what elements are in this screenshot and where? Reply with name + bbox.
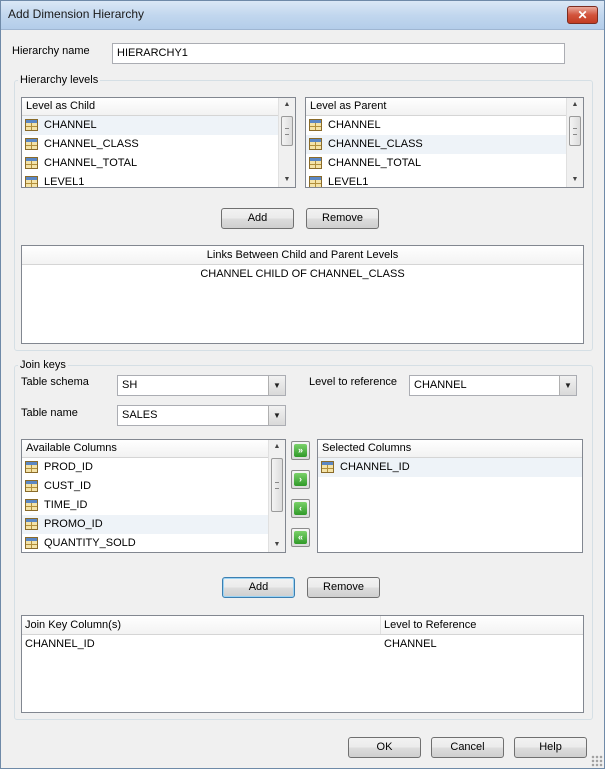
table-icon <box>25 499 38 511</box>
parent-level-list[interactable]: Level as Parent CHANNEL CHANNEL_CLASS CH… <box>305 97 584 188</box>
remove-link-button[interactable]: Remove <box>306 208 379 229</box>
scroll-thumb[interactable] <box>281 116 293 146</box>
links-panel: Links Between Child and Parent Levels CH… <box>21 245 584 344</box>
scroll-up-icon[interactable]: ▲ <box>567 98 583 112</box>
available-columns-header: Available Columns <box>22 440 285 458</box>
double-chevron-right-icon: » <box>294 444 307 457</box>
child-level-header: Level as Child <box>22 98 295 116</box>
dialog-window: Add Dimension Hierarchy ✕ Hierarchy name… <box>0 0 605 769</box>
available-columns-scrollbar[interactable]: ▲ ▼ <box>268 440 285 552</box>
table-icon <box>321 461 334 473</box>
links-header: Links Between Child and Parent Levels <box>22 246 583 265</box>
cancel-button[interactable]: Cancel <box>431 737 504 758</box>
remove-all-columns-button[interactable]: « <box>291 528 310 547</box>
help-button[interactable]: Help <box>514 737 587 758</box>
level-to-reference-select[interactable]: CHANNEL ▼ <box>409 375 577 396</box>
list-item[interactable]: CHANNEL_CLASS <box>306 135 583 154</box>
window-title: Add Dimension Hierarchy <box>8 7 145 21</box>
selected-columns-list[interactable]: Selected Columns CHANNEL_ID <box>317 439 583 553</box>
list-item[interactable]: LEVEL1 <box>22 173 295 187</box>
scroll-thumb[interactable] <box>569 116 581 146</box>
table-icon <box>25 176 38 187</box>
chevron-down-icon[interactable]: ▼ <box>268 376 285 395</box>
column-divider <box>380 616 381 634</box>
parent-level-header: Level as Parent <box>306 98 583 116</box>
table-icon <box>309 176 322 187</box>
add-column-button[interactable]: › <box>291 470 310 489</box>
scroll-up-icon[interactable]: ▲ <box>269 440 285 454</box>
scroll-down-icon[interactable]: ▼ <box>279 173 295 187</box>
add-all-columns-button[interactable]: » <box>291 441 310 460</box>
hierarchy-name-label: Hierarchy name <box>12 45 90 57</box>
table-icon <box>309 138 322 150</box>
join-key-table-header: Join Key Column(s) Level to Reference <box>22 616 583 635</box>
parent-list-scrollbar[interactable]: ▲ ▼ <box>566 98 583 187</box>
remove-join-key-button[interactable]: Remove <box>307 577 380 598</box>
table-name-label: Table name <box>21 407 78 419</box>
list-item[interactable]: CHANNEL_TOTAL <box>22 154 295 173</box>
column-header-level[interactable]: Level to Reference <box>384 616 476 634</box>
list-item[interactable]: QUANTITY_SOLD <box>22 534 285 552</box>
list-item[interactable]: TIME_ID <box>22 496 285 515</box>
table-icon <box>25 461 38 473</box>
remove-column-button[interactable]: ‹ <box>291 499 310 518</box>
selected-columns-header: Selected Columns <box>318 440 582 458</box>
table-schema-label: Table schema <box>21 376 89 388</box>
list-item[interactable]: LEVEL1 <box>306 173 583 187</box>
list-item[interactable]: PROMO_ID <box>22 515 285 534</box>
hierarchy-levels-title: Hierarchy levels <box>18 74 101 86</box>
add-link-button[interactable]: Add <box>221 208 294 229</box>
close-button[interactable]: ✕ <box>567 6 598 24</box>
scroll-down-icon[interactable]: ▼ <box>567 173 583 187</box>
list-item[interactable]: CHANNEL <box>22 116 295 135</box>
close-icon: ✕ <box>577 8 588 22</box>
join-key-cell: CHANNEL_ID <box>25 638 95 650</box>
child-level-list[interactable]: Level as Child CHANNEL CHANNEL_CLASS CHA… <box>21 97 296 188</box>
hierarchy-name-input[interactable]: HIERARCHY1 <box>112 43 565 64</box>
chevron-down-icon[interactable]: ▼ <box>268 406 285 425</box>
list-item[interactable]: CUST_ID <box>22 477 285 496</box>
list-item[interactable]: CHANNEL_TOTAL <box>306 154 583 173</box>
table-icon <box>309 119 322 131</box>
join-keys-title: Join keys <box>18 359 68 371</box>
chevron-down-icon[interactable]: ▼ <box>559 376 576 395</box>
chevron-left-icon: ‹ <box>294 502 307 515</box>
chevron-right-icon: › <box>294 473 307 486</box>
link-row[interactable]: CHANNEL CHILD OF CHANNEL_CLASS <box>22 265 583 283</box>
table-icon <box>25 480 38 492</box>
add-join-key-button[interactable]: Add <box>222 577 295 598</box>
resize-grip-icon[interactable] <box>591 755 603 767</box>
table-icon <box>25 537 38 549</box>
child-list-scrollbar[interactable]: ▲ ▼ <box>278 98 295 187</box>
scroll-thumb[interactable] <box>271 458 283 512</box>
table-icon <box>25 518 38 530</box>
list-item[interactable]: PROD_ID <box>22 458 285 477</box>
title-bar: Add Dimension Hierarchy ✕ <box>1 1 604 30</box>
table-name-select[interactable]: SALES ▼ <box>117 405 286 426</box>
list-item[interactable]: CHANNEL <box>306 116 583 135</box>
double-chevron-left-icon: « <box>294 531 307 544</box>
column-header-join-key[interactable]: Join Key Column(s) <box>25 616 121 634</box>
table-icon <box>25 119 38 131</box>
table-icon <box>309 157 322 169</box>
scroll-up-icon[interactable]: ▲ <box>279 98 295 112</box>
table-icon <box>25 138 38 150</box>
available-columns-list[interactable]: Available Columns PROD_ID CUST_ID TIME_I… <box>21 439 286 553</box>
level-cell: CHANNEL <box>384 638 437 650</box>
join-key-table: Join Key Column(s) Level to Reference CH… <box>21 615 584 713</box>
table-row[interactable]: CHANNEL_ID CHANNEL <box>22 635 583 654</box>
list-item[interactable]: CHANNEL_CLASS <box>22 135 295 154</box>
level-to-reference-label: Level to reference <box>309 376 398 388</box>
list-item[interactable]: CHANNEL_ID <box>318 458 582 477</box>
scroll-down-icon[interactable]: ▼ <box>269 538 285 552</box>
table-schema-select[interactable]: SH ▼ <box>117 375 286 396</box>
table-icon <box>25 157 38 169</box>
ok-button[interactable]: OK <box>348 737 421 758</box>
